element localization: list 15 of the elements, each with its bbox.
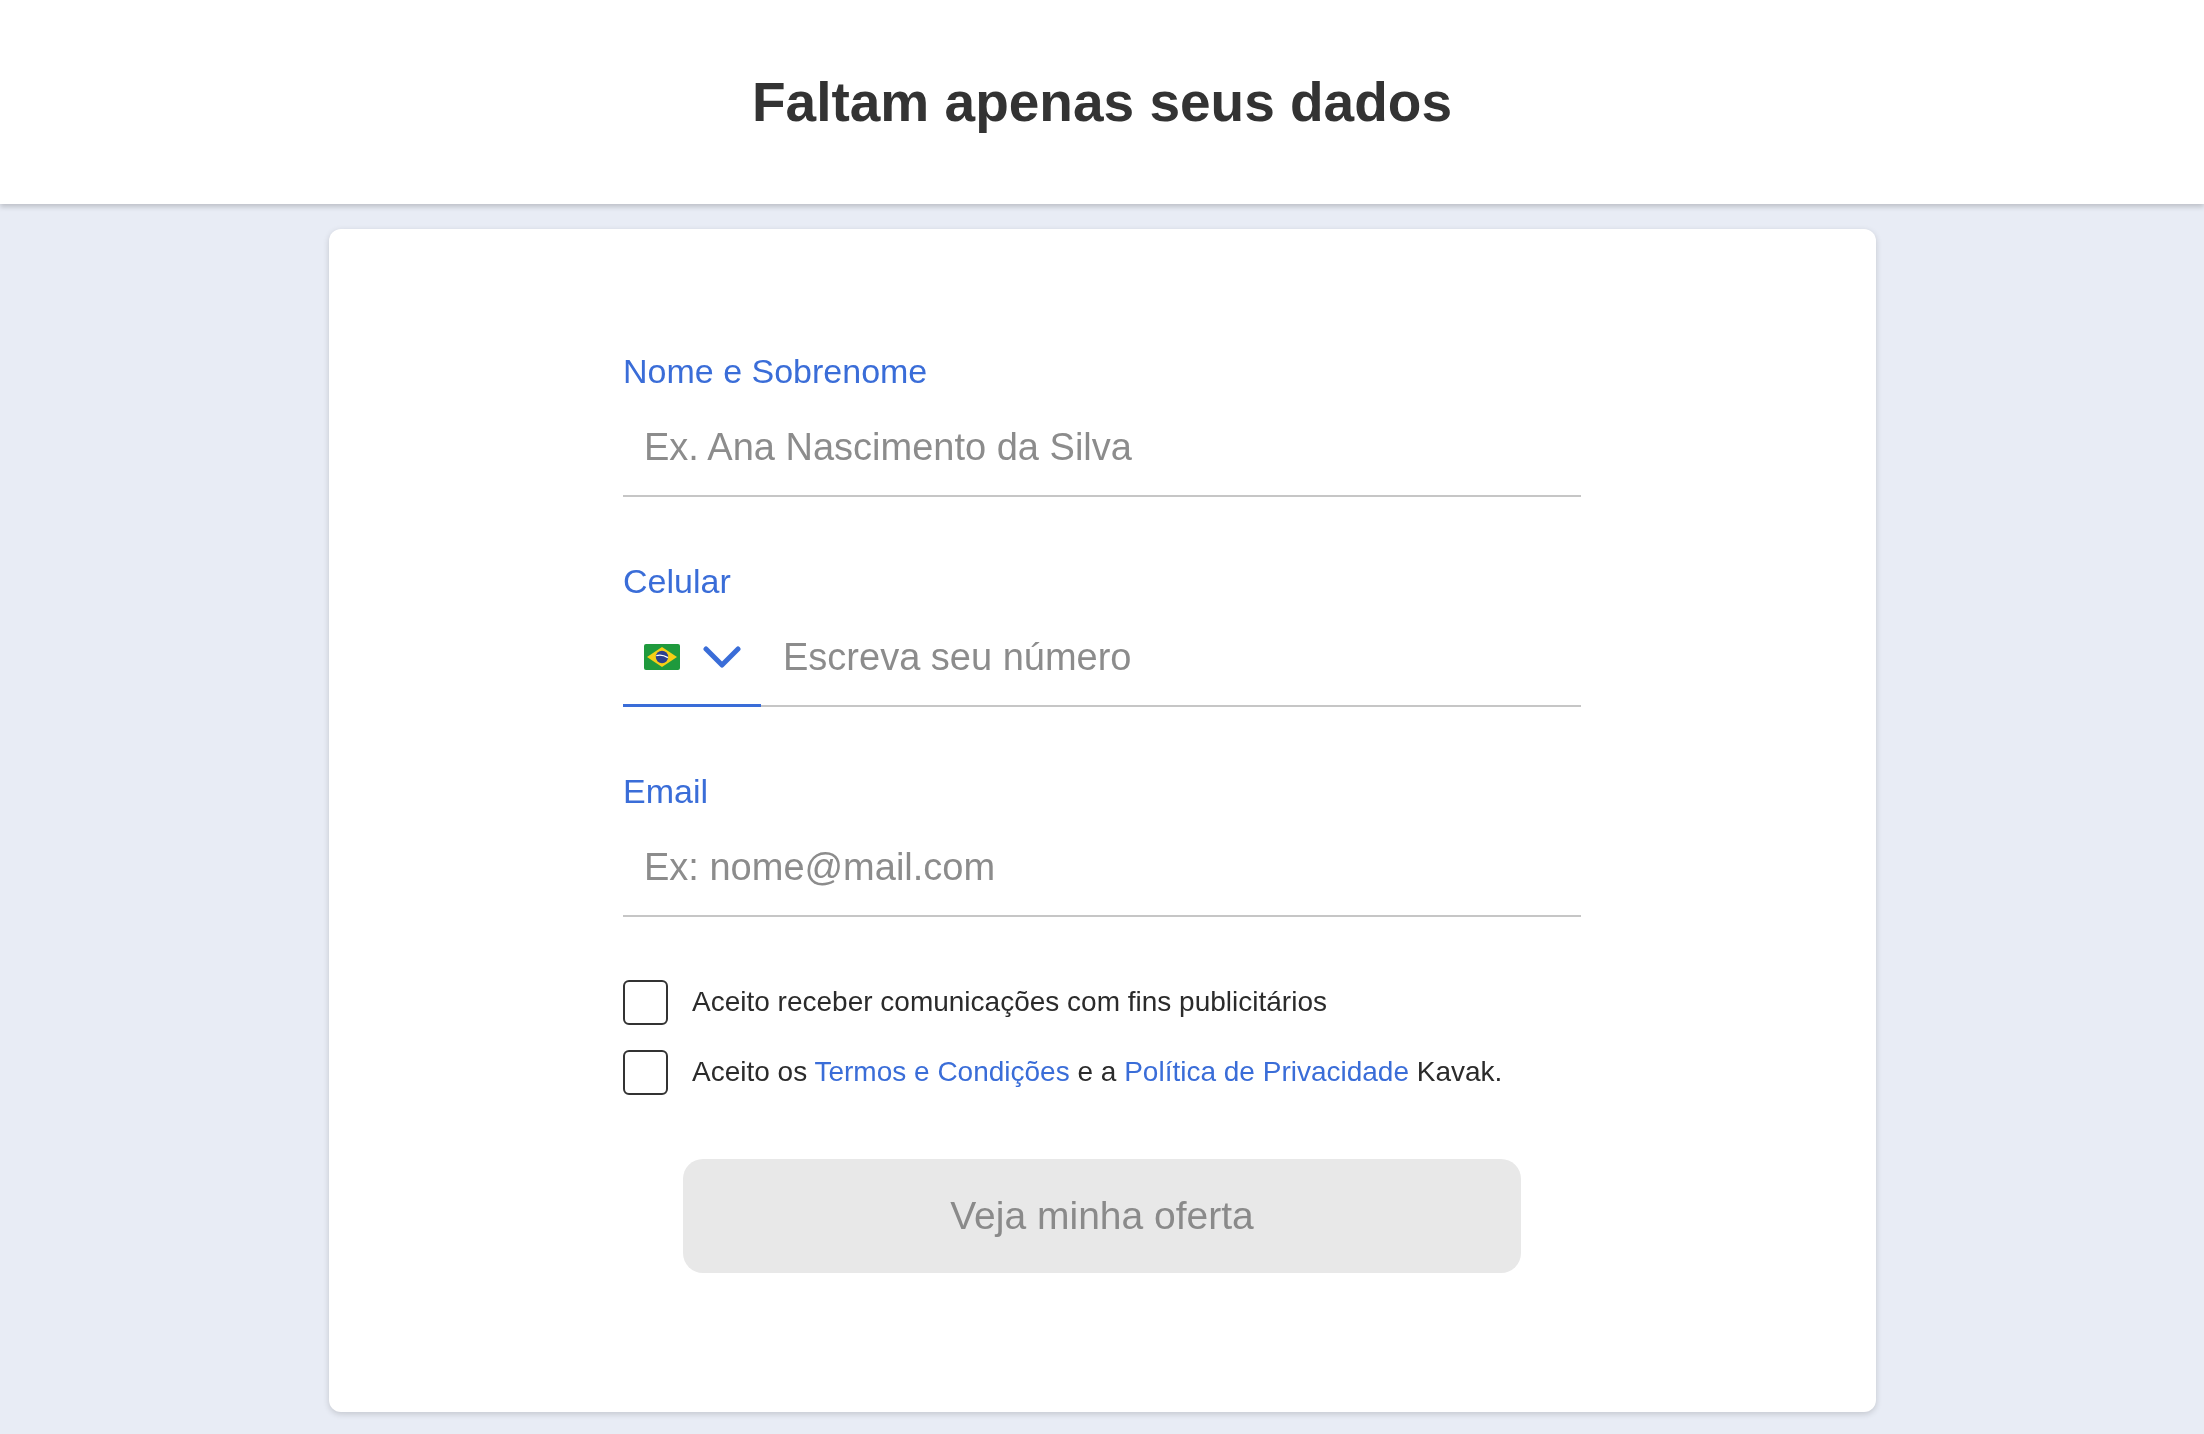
field-label: Email <box>623 771 709 811</box>
text-link[interactable]: Termos e Condições <box>814 1056 1070 1087</box>
email-input[interactable]: Ex: nome@mail.com <box>623 819 1581 917</box>
brazil-flag-icon <box>644 643 680 670</box>
field-label: Nome e Sobrenome <box>623 351 928 391</box>
page-title: Faltam apenas seus dados <box>752 70 1452 134</box>
text-link[interactable]: Política de Privacidade <box>1124 1056 1409 1087</box>
chevron-down-icon <box>703 645 741 668</box>
consent-text: Aceito os Termos e Condições e a Política de Privacidade Kavak. <box>692 1055 1503 1089</box>
consent-text: Aceito receber comunicações com fins publicitários <box>692 985 1327 1019</box>
checkbox[interactable] <box>623 1049 668 1095</box>
field-label: Celular <box>623 561 731 601</box>
phone-input[interactable]: Escreva seu número <box>761 609 1581 707</box>
text-input[interactable]: Ex. Ana Nascimento da Silva <box>623 399 1581 497</box>
checkbox[interactable] <box>623 979 668 1025</box>
